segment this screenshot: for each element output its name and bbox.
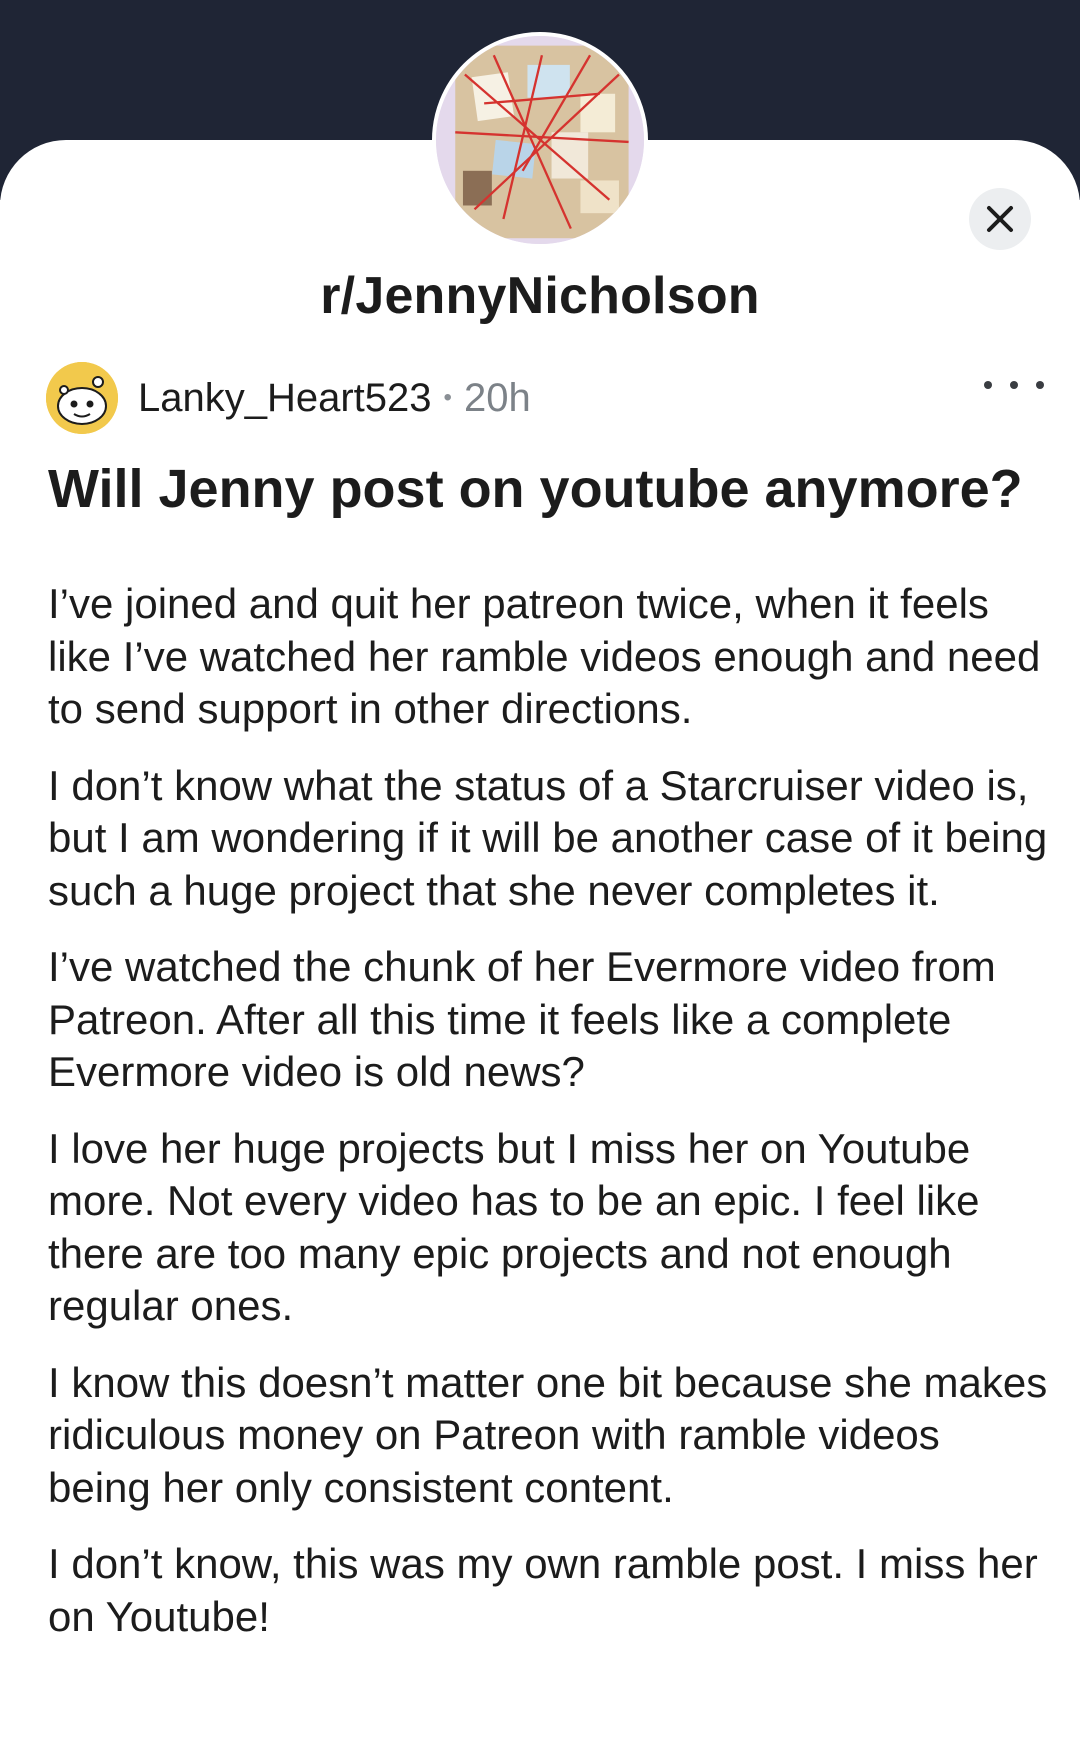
post-paragraph: I know this doesn’t matter one bit becau… [48, 1358, 1048, 1511]
post-paragraph: I don’t know, this was my own ramble pos… [48, 1540, 1038, 1640]
subreddit-avatar[interactable] [432, 32, 648, 248]
close-icon [987, 206, 1013, 232]
more-options-icon [1010, 381, 1018, 389]
more-options-icon [984, 381, 992, 389]
more-options-button[interactable] [984, 370, 1044, 400]
close-button[interactable] [969, 188, 1031, 250]
post-paragraph: I’ve joined and quit her patreon twice, … [48, 580, 1041, 732]
post-meta-row: Lanky_Heart523 • 20h [46, 362, 531, 434]
snoo-avatar-icon [46, 362, 118, 434]
post-paragraph: I love her huge projects but I miss her … [48, 1124, 980, 1330]
more-options-icon [1036, 381, 1044, 389]
post-author[interactable]: Lanky_Heart523 [138, 376, 432, 421]
post-paragraph: I don’t know what the status of a Starcr… [48, 761, 1048, 914]
corkboard-image-icon [436, 36, 644, 244]
user-avatar[interactable] [46, 362, 118, 434]
post-body: I’ve joined and quit her patreon twice, … [48, 578, 1048, 1667]
post-title: Will Jenny post on youtube anymore? [48, 459, 1023, 519]
subreddit-name[interactable]: r/JennyNicholson [0, 266, 1080, 326]
post-paragraph: I’ve watched the chunk of her Evermore v… [48, 943, 996, 1095]
post-time: 20h [463, 375, 531, 420]
meta-separator: • [443, 384, 452, 411]
